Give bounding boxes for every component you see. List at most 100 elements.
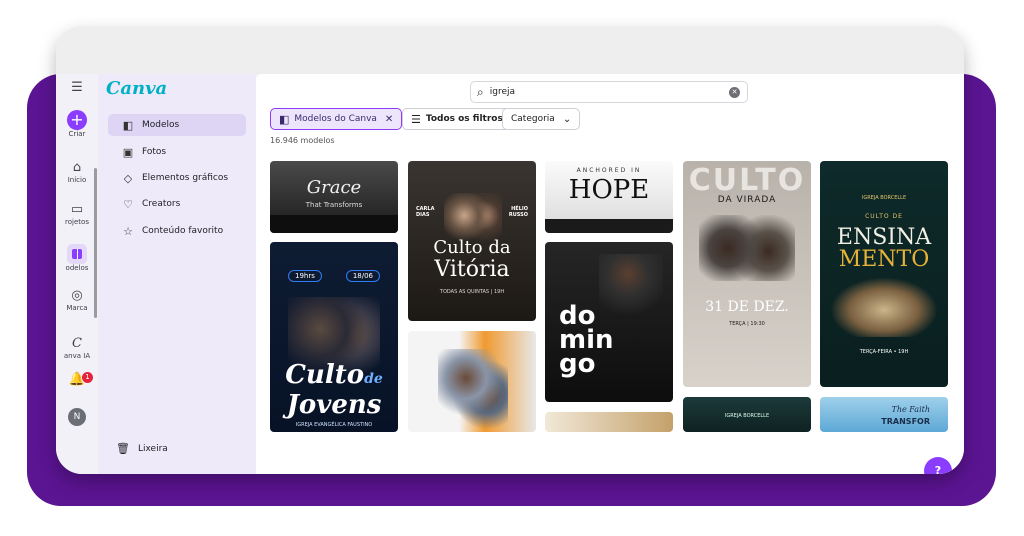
rail-projects[interactable]: ▭ rojetos xyxy=(56,202,98,226)
rail-scrollbar-thumb[interactable] xyxy=(94,168,97,318)
template-card[interactable]: IGREJA BORCELLE CULTO DE ENSINA MENTO TE… xyxy=(820,161,948,387)
clear-search-icon[interactable]: ✕ xyxy=(729,87,740,98)
template-title: do min go xyxy=(545,303,673,379)
templates-icon xyxy=(67,244,87,264)
canva-ai-icon: C xyxy=(72,336,82,351)
remove-filter-icon[interactable]: ✕ xyxy=(385,114,393,125)
rail-account[interactable]: N xyxy=(56,408,98,426)
nav-item-label: Conteúdo favorito xyxy=(142,226,224,236)
window-top-bar xyxy=(56,26,964,74)
rail-notifications[interactable]: 🔔 1 xyxy=(56,372,98,388)
template-title: The Faith xyxy=(891,405,930,414)
main-content: ⌕ igreja ✕ ◧ Modelos do Canva ✕ ☰ Todos … xyxy=(256,74,964,474)
rail-projects-label: rojetos xyxy=(65,218,89,226)
star-icon: ☆ xyxy=(123,224,133,238)
template-card[interactable]: The Faith TRANSFOR xyxy=(820,397,948,432)
rail-templates-label: odelos xyxy=(65,264,89,272)
title-part: de xyxy=(364,371,383,387)
template-title: Grace xyxy=(306,177,362,198)
rail-create[interactable]: + Criar xyxy=(56,110,98,138)
template-card[interactable]: ANCHORED IN HOPE xyxy=(545,161,673,233)
brand-icon: ◎ xyxy=(71,288,83,303)
nav-item-label: Modelos xyxy=(142,120,180,130)
template-subtitle: TRANSFOR xyxy=(881,417,930,426)
canva-logo[interactable]: Canva xyxy=(106,78,167,99)
title-part: Culto xyxy=(285,360,365,390)
rail-brand-label: Marca xyxy=(66,304,88,312)
left-rail: ☰ + Criar ⌂ Início ▭ rojetos odelos ◎ Ma… xyxy=(56,74,98,474)
avatar: N xyxy=(68,408,86,426)
people-photo xyxy=(438,349,508,432)
trash-icon: 🗑 xyxy=(116,442,130,455)
all-filters-button[interactable]: ☰ Todos os filtros xyxy=(402,108,512,130)
date-badge: 18/06 xyxy=(345,270,380,282)
template-card[interactable]: CARLA DIAS HÉLIO RUSSO Culto da Vitória … xyxy=(408,161,536,321)
browser-window: ☰ + Criar ⌂ Início ▭ rojetos odelos ◎ Ma… xyxy=(56,26,964,474)
all-filters-label: Todos os filtros xyxy=(425,114,503,124)
speaker-name: CARLA DIAS xyxy=(416,206,435,218)
church-graphic xyxy=(545,219,673,233)
creators-icon: ♡ xyxy=(123,197,133,211)
screenshot-stage: ☰ + Criar ⌂ Início ▭ rojetos odelos ◎ Ma… xyxy=(0,0,1024,536)
nav-item-favoritos[interactable]: ☆ Conteúdo favorito xyxy=(108,220,246,242)
time-badge: 19hrs xyxy=(288,270,322,282)
rail-home-label: Início xyxy=(67,176,87,184)
rail-templates[interactable]: odelos xyxy=(56,244,98,272)
search-input[interactable]: ⌕ igreja ✕ xyxy=(470,81,748,103)
chevron-down-icon: ⌄ xyxy=(562,113,572,125)
skyline-graphic xyxy=(270,215,398,233)
category-dropdown[interactable]: Categoria ⌄ xyxy=(502,108,581,130)
templates-icon: ◧ xyxy=(122,118,134,132)
template-caption: TODAS AS QUINTAS | 19H xyxy=(439,289,505,295)
template-title: Cultode Jovens xyxy=(270,362,398,418)
template-caption: IGREJA EVANGÉLICA FAUSTINO xyxy=(295,422,373,428)
nav-item-elementos[interactable]: ◇ Elementos gráficos xyxy=(108,167,246,189)
template-title: CULTO xyxy=(688,163,806,198)
title-part: Jovens xyxy=(286,390,382,420)
filter-chip-canva-templates[interactable]: ◧ Modelos do Canva ✕ xyxy=(270,108,403,130)
nav-item-label: Creators xyxy=(142,199,181,209)
template-subtitle: DA VIRADA xyxy=(717,195,777,205)
people-photo xyxy=(444,193,502,243)
template-tag: CULTO DE xyxy=(865,213,903,220)
search-value: igreja xyxy=(489,87,516,97)
template-card[interactable]: do min go xyxy=(545,242,673,402)
template-card[interactable]: IGREJA BORCELLE xyxy=(683,397,811,432)
nav-item-label: Fotos xyxy=(142,147,167,157)
speaker-name: HÉLIO RUSSO xyxy=(508,206,528,218)
nav-item-trash[interactable]: 🗑 Lixeira xyxy=(116,442,168,455)
rail-brand[interactable]: ◎ Marca xyxy=(56,288,98,312)
title-part: go xyxy=(559,349,596,379)
rail-canva-ai-label: anva IA xyxy=(63,352,91,360)
photo-icon: ▣ xyxy=(122,145,134,159)
home-icon: ⌂ xyxy=(72,160,82,175)
template-card[interactable] xyxy=(545,412,673,432)
people-photo xyxy=(699,215,795,281)
template-card[interactable] xyxy=(408,331,536,432)
plus-icon: + xyxy=(67,110,87,130)
template-card[interactable]: CULTO DA VIRADA 31 DE DEZ. TERÇA | 19:30 xyxy=(683,161,811,387)
template-caption: TERÇA-FEIRA • 19H xyxy=(859,349,909,355)
nav-item-fotos[interactable]: ▣ Fotos xyxy=(108,141,246,163)
sidebar-toggle[interactable]: ☰ xyxy=(56,80,98,96)
template-subtitle: That Transforms xyxy=(305,201,363,209)
trash-label: Lixeira xyxy=(137,443,168,454)
sidebar-toggle-icon: ☰ xyxy=(71,80,83,95)
template-date: 31 DE DEZ. xyxy=(705,299,789,315)
template-title: MENTO xyxy=(838,247,930,272)
rail-home[interactable]: ⌂ Início xyxy=(56,160,98,184)
rail-canva-ai[interactable]: C anva IA xyxy=(56,336,98,360)
search-icon: ⌕ xyxy=(477,84,484,99)
templates-nav-panel: Canva ◧ Modelos ▣ Fotos ◇ Elementos gráf… xyxy=(98,74,256,474)
template-title: HOPE xyxy=(568,175,650,205)
templates-icon: ◧ xyxy=(279,112,290,126)
nav-item-modelos[interactable]: ◧ Modelos xyxy=(108,114,246,136)
nav-item-creators[interactable]: ♡ Creators xyxy=(108,193,246,215)
sliders-icon: ☰ xyxy=(411,112,421,126)
template-card[interactable]: 19hrs 18/06 Cultode Jovens IGREJA EVANGÉ… xyxy=(270,242,398,432)
folder-icon: ▭ xyxy=(70,202,84,217)
result-count: 16.946 modelos xyxy=(270,136,335,145)
bible-graphic xyxy=(830,277,938,337)
template-org: IGREJA BORCELLE xyxy=(724,413,770,419)
template-card[interactable]: Grace That Transforms xyxy=(270,161,398,233)
